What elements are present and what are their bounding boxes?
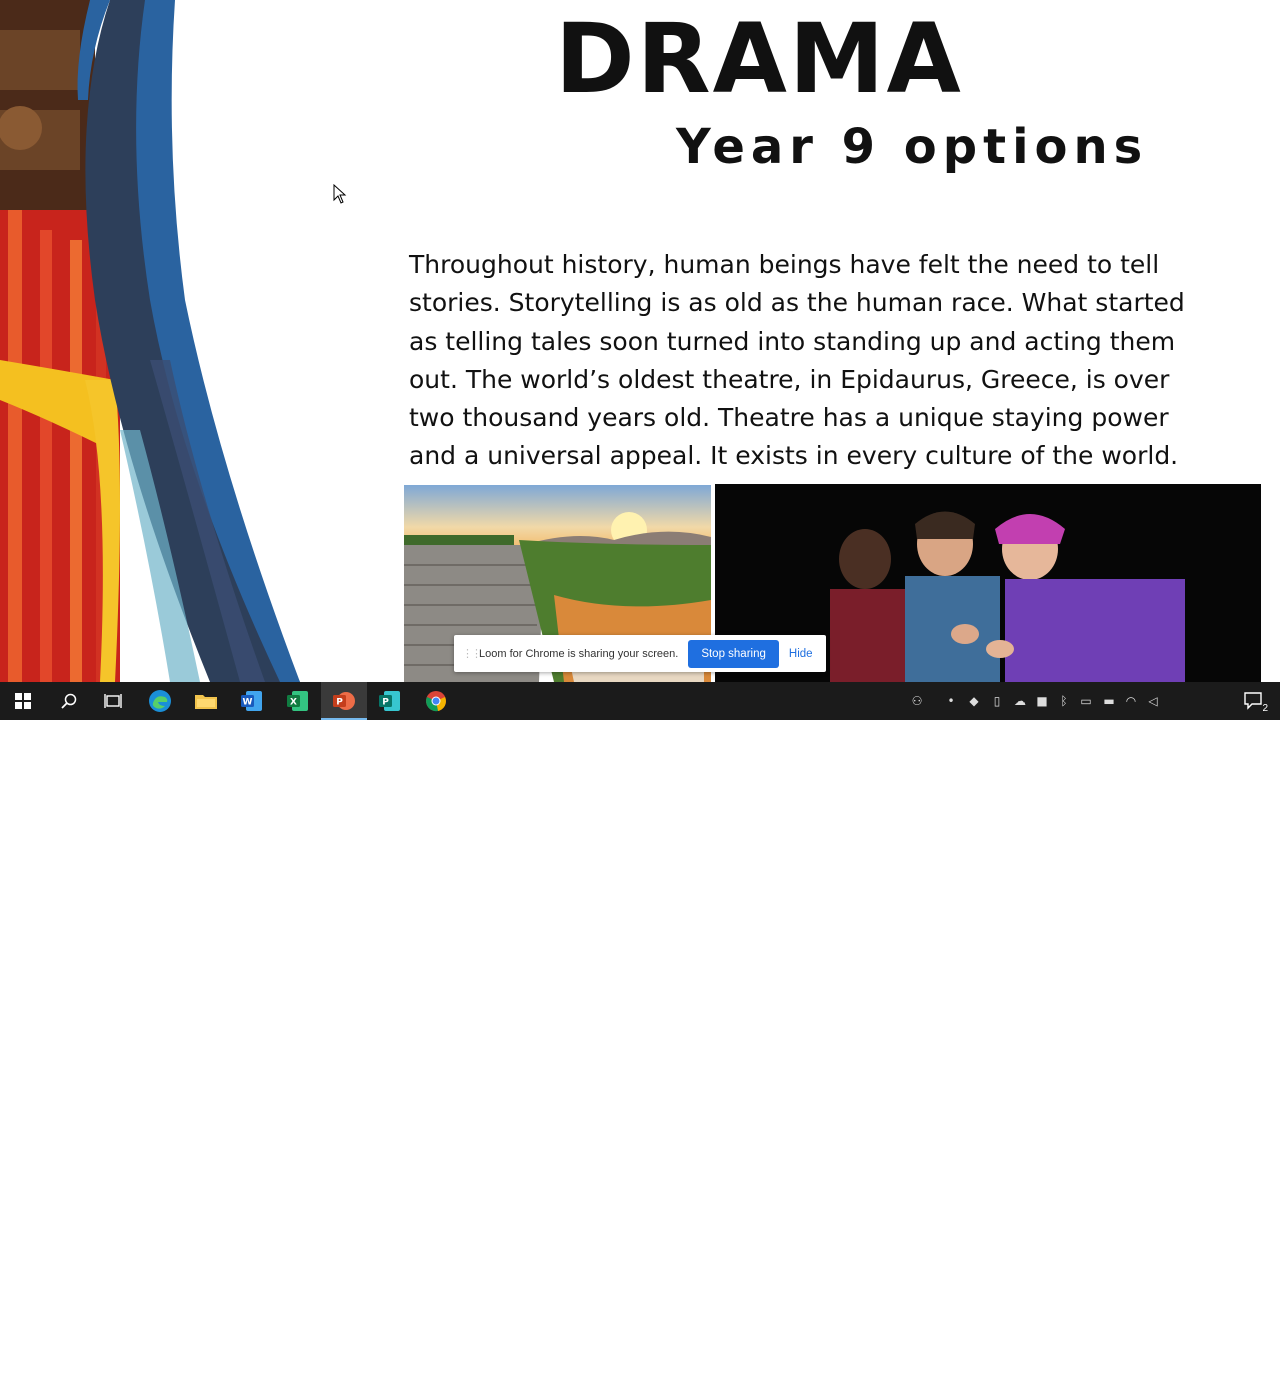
word-icon[interactable]: W: [229, 682, 275, 720]
svg-text:W: W: [243, 698, 253, 708]
cloud-drop-icon[interactable]: ◆: [966, 693, 982, 709]
stop-sharing-button[interactable]: Stop sharing: [688, 639, 779, 668]
start-icon[interactable]: [0, 682, 46, 720]
clock-time: 15:03: [1187, 1367, 1215, 1379]
microphone-icon[interactable]: •: [943, 693, 959, 709]
slide-body-text: Throughout history, human beings have fe…: [409, 246, 1209, 476]
body-line: as telling tales soon turned into standi…: [409, 326, 1176, 356]
excel-icon[interactable]: X: [275, 682, 321, 720]
body-line: two thousand years old. Theatre has a un…: [409, 403, 1169, 433]
body-line: out. The world’s oldest theatre, in Epid…: [409, 364, 1170, 394]
powerpoint-icon[interactable]: P: [321, 682, 367, 720]
onedrive-icon[interactable]: ☁: [1012, 693, 1028, 709]
chrome-icon[interactable]: [413, 682, 459, 720]
volume-icon[interactable]: ◁: [1145, 693, 1161, 709]
wifi-icon[interactable]: ◠: [1123, 693, 1139, 709]
bluetooth-icon[interactable]: ᛒ: [1056, 693, 1072, 709]
notification-center-icon[interactable]: 2: [1234, 682, 1274, 720]
drag-handle-icon[interactable]: ⋮⋮: [462, 647, 482, 660]
loom-sharing-bar: ⋮⋮ Loom for Chrome is sharing your scree…: [454, 635, 826, 672]
security-icon[interactable]: ■: [1034, 693, 1050, 709]
clock-date: 29/01/2021: [1173, 1382, 1229, 1394]
slide-subtitle: Year 9 options: [676, 119, 1149, 175]
body-line: Throughout history, human beings have fe…: [409, 250, 1160, 279]
slide: DRAMA Year 9 options Throughout history,…: [0, 0, 1280, 682]
svg-text:P: P: [336, 698, 343, 708]
curtain-decoration: [0, 0, 300, 682]
publisher-icon[interactable]: P: [367, 682, 413, 720]
task-view-icon[interactable]: [90, 682, 136, 720]
edge-icon[interactable]: [137, 682, 183, 720]
notification-count-badge: 2: [1262, 703, 1268, 714]
body-line: and a universal appeal. It exists in eve…: [409, 441, 1179, 471]
slide-title: DRAMA: [555, 3, 963, 115]
usb-icon[interactable]: ▯: [989, 693, 1005, 709]
search-icon[interactable]: [46, 682, 92, 720]
hide-button[interactable]: Hide: [789, 648, 813, 660]
people-icon[interactable]: ⚇: [909, 693, 925, 709]
display-icon[interactable]: ▭: [1078, 693, 1094, 709]
mouse-cursor-icon: [333, 184, 347, 204]
windows-taskbar: W X P P ⚇ • ◆ ▯ ☁ ■ ᛒ ▭ ▬ ◠ ◁ 15:03 29/0…: [0, 682, 1280, 1394]
taskbar-clock[interactable]: 15:03 29/01/2021: [1165, 1366, 1237, 1396]
body-line: stories. Storytelling is as old as the h…: [409, 288, 1185, 318]
file-explorer-icon[interactable]: [183, 682, 229, 720]
battery-icon[interactable]: ▬: [1101, 693, 1117, 709]
svg-text:P: P: [382, 698, 389, 708]
loom-sharing-message: Loom for Chrome is sharing your screen.: [479, 647, 679, 660]
svg-text:X: X: [290, 698, 297, 708]
